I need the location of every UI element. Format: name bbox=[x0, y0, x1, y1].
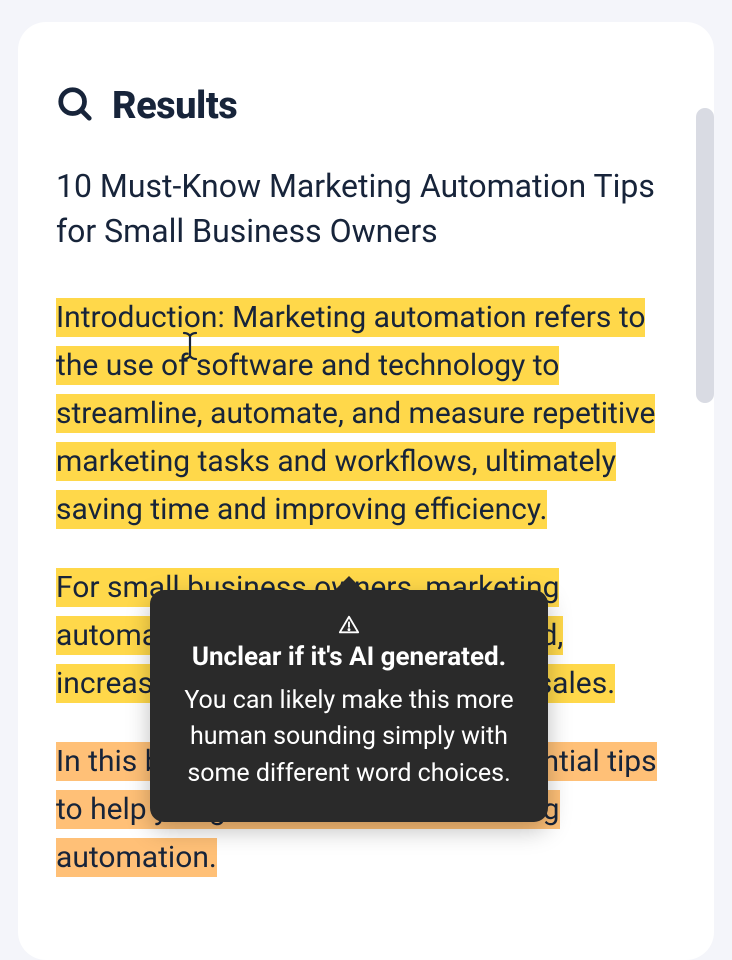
highlight-yellow[interactable]: Introduction: Marketing automation refer… bbox=[56, 298, 655, 529]
results-heading: Results bbox=[112, 84, 237, 128]
tooltip-body: You can likely make this more human soun… bbox=[180, 683, 518, 792]
results-header: Results bbox=[56, 84, 676, 128]
article-title: 10 Must-Know Marketing Automation Tips f… bbox=[56, 164, 676, 254]
warning-icon bbox=[338, 614, 360, 640]
scrollbar-thumb[interactable] bbox=[696, 108, 714, 403]
tooltip-title: Unclear if it's AI generated. bbox=[180, 640, 518, 675]
ai-detection-tooltip: Unclear if it's AI generated. You can li… bbox=[150, 590, 548, 822]
search-icon bbox=[56, 85, 94, 127]
paragraph: Introduction: Marketing automation refer… bbox=[56, 294, 676, 534]
